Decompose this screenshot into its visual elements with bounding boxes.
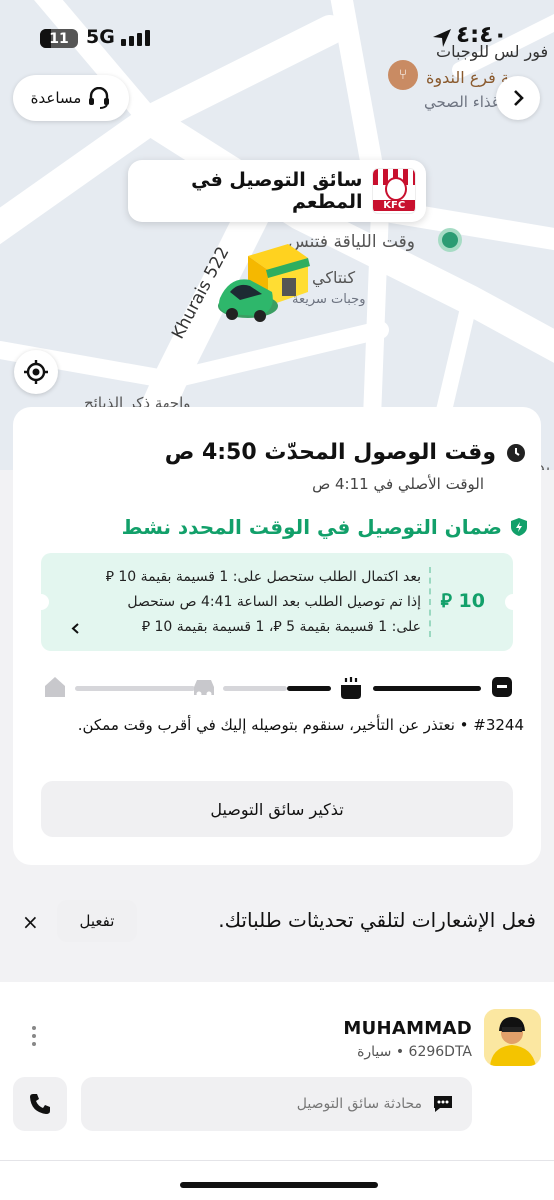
close-icon[interactable]: × <box>22 910 39 934</box>
guarantee-details: بعد اكتمال الطلب ستحصل على: 1 قسيمة بقيم… <box>71 565 421 640</box>
eta-row: وقت الوصول المحدّث 4:50 ص <box>165 440 526 465</box>
status-time: ٤:٤٠ <box>456 22 508 48</box>
voucher-amount: 10 ⃁ <box>440 590 485 612</box>
phone-icon <box>30 1094 50 1114</box>
cooking-pot-icon <box>341 677 361 699</box>
chevron-right-icon <box>514 90 524 106</box>
battery-icon: 11 <box>40 29 78 48</box>
fitness-pin-icon[interactable] <box>438 228 462 252</box>
guarantee-line-2: إذا تم توصيل الطلب بعد الساعة 4:41 ص ستح… <box>127 594 421 610</box>
remind-driver-button[interactable]: تذكير سائق التوصيل <box>41 781 513 837</box>
home-icon <box>45 677 65 697</box>
collapse-chevron-button[interactable] <box>496 76 540 120</box>
notifications-text: فعل الإشعارات لتلقي تحديثات طلباتك. <box>218 908 536 932</box>
driver-avatar <box>484 1009 541 1066</box>
more-options-icon[interactable] <box>28 1026 40 1050</box>
restaurant-status-text: سائق التوصيل في المطعم <box>191 169 363 213</box>
driver-vehicle: 6296DTA • سيارة <box>357 1044 472 1060</box>
chat-bubble-icon <box>434 1096 452 1112</box>
guarantee-ticket[interactable]: 10 ⃁ بعد اكتمال الطلب ستحصل على: 1 قسيمة… <box>33 553 521 651</box>
location-arrow-icon <box>433 29 451 47</box>
chat-driver-input[interactable]: محادثة سائق التوصيل <box>81 1077 472 1131</box>
guarantee-line-1: بعد اكتمال الطلب ستحصل على: 1 قسيمة بقيم… <box>105 569 421 585</box>
status-bar: 11 5G ٤:٤٠ <box>0 0 554 76</box>
shield-bolt-icon <box>511 518 527 536</box>
restaurant-status-bubble: سائق التوصيل في المطعم KFC <box>128 160 426 222</box>
crosshair-icon <box>24 360 48 384</box>
receipt-icon <box>492 677 512 697</box>
eta-original: الوقت الأصلي في 4:11 ص <box>312 475 484 493</box>
chat-placeholder: محادثة سائق التوصيل <box>296 1096 422 1112</box>
poi-label-top-3: غذاء الصحي <box>424 93 500 111</box>
map-view[interactable]: فور لس للوجبات صة فرع الندوة غذاء الصحي … <box>0 0 554 470</box>
signal-icon <box>121 30 150 46</box>
eta-title: وقت الوصول المحدّث 4:50 ص <box>164 440 496 465</box>
restaurant-car-illustration <box>218 244 310 322</box>
notifications-banner: فعل الإشعارات لتلقي تحديثات طلباتك. تفعي… <box>0 890 554 968</box>
car-icon <box>194 680 214 697</box>
kfc-logo: KFC <box>372 168 416 214</box>
headset-icon <box>89 87 110 109</box>
chevron-left-icon <box>71 623 79 634</box>
guarantee-title: ضمان التوصيل في الوقت المحدد نشط <box>121 515 502 539</box>
guarantee-row: ضمان التوصيل في الوقت المحدد نشط <box>122 515 528 539</box>
driver-card: MUHAMMAD 6296DTA • سيارة محادثة سائق الت… <box>0 982 554 1200</box>
delivery-progress <box>41 672 513 704</box>
help-button[interactable]: مساعدة <box>13 75 129 121</box>
clock-icon <box>507 443 525 462</box>
network-label: 5G <box>86 26 115 48</box>
order-delay-note: #3244 • نعتذر عن التأخير، سنقوم بتوصيله … <box>77 716 524 734</box>
recenter-button[interactable] <box>14 350 58 394</box>
driver-name: MUHAMMAD <box>343 1018 472 1039</box>
home-indicator <box>180 1182 378 1188</box>
help-label: مساعدة <box>30 89 82 107</box>
guarantee-line-3: على: 1 قسيمة بقيمة 5 ⃁، 1 قسيمة بقيمة 10… <box>141 619 421 635</box>
enable-notifications-button[interactable]: تفعيل <box>57 900 137 942</box>
call-driver-button[interactable] <box>13 1077 67 1131</box>
